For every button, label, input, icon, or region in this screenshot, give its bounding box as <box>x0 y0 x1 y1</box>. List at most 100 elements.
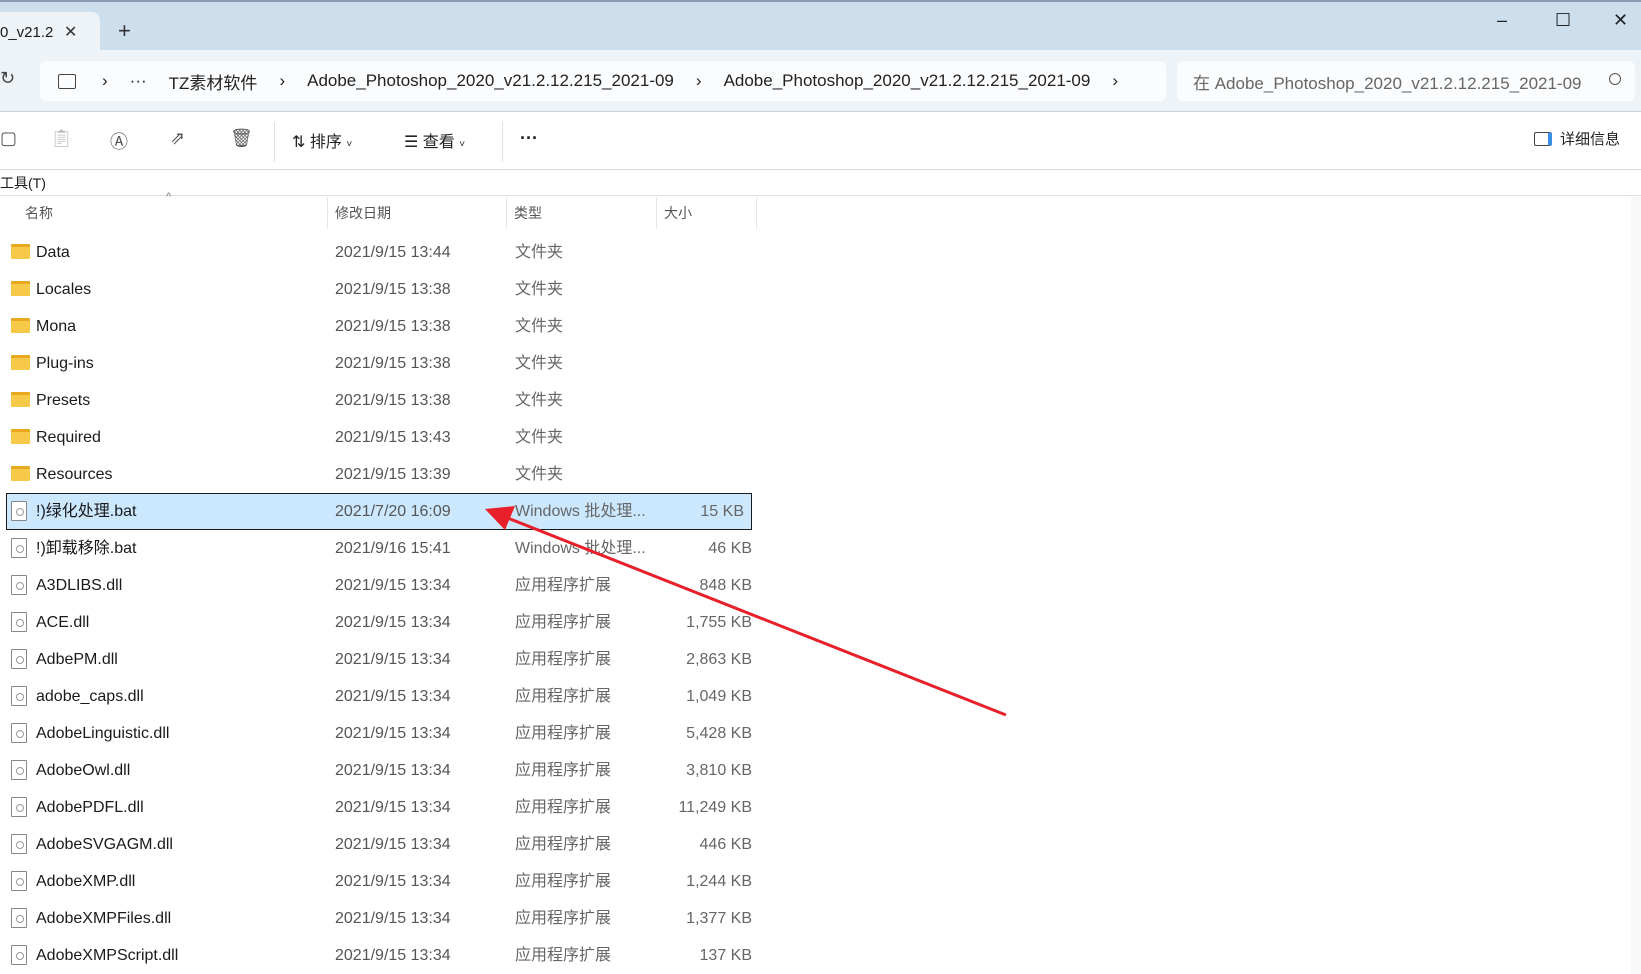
menu-tools[interactable]: 工具(T) <box>0 175 46 191</box>
file-type: 文件夹 <box>515 244 564 261</box>
file-name: Required <box>36 429 101 446</box>
paste-icon[interactable]: 📋︎ <box>50 128 73 149</box>
file-name: Mona <box>36 318 77 335</box>
file-list: Data 2021/9/15 13:44 文件夹 Locales 2021/9/… <box>0 234 760 974</box>
file-row[interactable]: !)卸载移除.bat 2021/9/16 15:41 Windows 批处理..… <box>0 530 760 567</box>
tab-title: 0_v21.2 <box>0 23 54 41</box>
file-size: 11,249 KB <box>678 799 752 816</box>
file-size: 1,244 KB <box>686 873 752 890</box>
file-date: 2021/9/15 13:38 <box>335 355 451 372</box>
file-row[interactable]: Data 2021/9/15 13:44 文件夹 <box>0 234 760 271</box>
delete-icon[interactable]: 🗑︎ <box>230 128 253 149</box>
file-type: 文件夹 <box>515 281 564 298</box>
search-icon[interactable] <box>1609 73 1621 85</box>
tab-current[interactable]: 0_v21.2 ✕ <box>0 12 100 52</box>
breadcrumb-separator-icon[interactable]: › <box>279 71 285 91</box>
details-label: 详细信息 <box>1560 131 1621 148</box>
file-name: Data <box>36 244 70 261</box>
column-name[interactable]: 名称 <box>18 197 328 229</box>
file-type: 应用程序扩展 <box>515 762 612 779</box>
file-icon <box>11 501 27 521</box>
minimize-button[interactable]: – <box>1497 10 1507 31</box>
chevron-down-icon: ˅ <box>459 139 466 150</box>
file-date: 2021/9/15 13:43 <box>335 429 451 446</box>
computer-icon[interactable] <box>58 73 76 89</box>
file-size: 46 KB <box>708 540 752 557</box>
file-row[interactable]: AdobeLinguistic.dll 2021/9/15 13:34 应用程序… <box>0 715 760 752</box>
file-row[interactable]: Resources 2021/9/15 13:39 文件夹 <box>0 456 760 493</box>
file-name: AdobeOwl.dll <box>36 762 131 779</box>
rename-icon[interactable]: Ⓐ <box>110 128 128 154</box>
scrollbar[interactable] <box>1631 197 1641 974</box>
breadcrumb-separator-icon[interactable]: › <box>102 71 108 91</box>
view-button[interactable]: ☰ 查看 ˅ <box>404 128 465 152</box>
file-type: 应用程序扩展 <box>515 873 612 890</box>
file-row[interactable]: Presets 2021/9/15 13:38 文件夹 <box>0 382 760 419</box>
file-icon <box>11 797 27 817</box>
file-row[interactable]: AdobeXMP.dll 2021/9/15 13:34 应用程序扩展 1,24… <box>0 863 760 900</box>
file-name: Presets <box>36 392 91 409</box>
new-tab-button[interactable]: + <box>118 18 131 44</box>
search-input[interactable]: 在 Adobe_Photoshop_2020_v21.2.12.215_2021… <box>1177 61 1635 101</box>
file-row[interactable]: AdobePDFL.dll 2021/9/15 13:34 应用程序扩展 11,… <box>0 789 760 826</box>
maximize-button[interactable]: ☐ <box>1555 10 1571 31</box>
file-name: Locales <box>36 281 92 298</box>
close-tab-icon[interactable]: ✕ <box>64 22 77 42</box>
file-row[interactable]: A3DLIBS.dll 2021/9/15 13:34 应用程序扩展 848 K… <box>0 567 760 604</box>
breadcrumb-separator-icon[interactable]: › <box>1112 71 1118 91</box>
folder-icon <box>11 244 30 259</box>
file-icon <box>11 723 27 743</box>
file-row[interactable]: AdbePM.dll 2021/9/15 13:34 应用程序扩展 2,863 … <box>0 641 760 678</box>
file-name: AdobePDFL.dll <box>36 799 144 816</box>
file-type: 文件夹 <box>515 392 564 409</box>
file-row[interactable]: AdobeOwl.dll 2021/9/15 13:34 应用程序扩展 3,81… <box>0 752 760 789</box>
details-pane-button[interactable]: 详细信息 <box>1534 128 1620 149</box>
folder-icon <box>11 281 30 296</box>
column-header: ^ 名称 修改日期 类型 大小 <box>0 191 760 229</box>
breadcrumb-separator-icon[interactable]: › <box>696 71 702 91</box>
file-type: 应用程序扩展 <box>515 651 612 668</box>
close-button[interactable]: ✕ <box>1613 10 1628 31</box>
file-type: 应用程序扩展 <box>515 577 612 594</box>
file-size: 1,755 KB <box>686 614 752 631</box>
file-date: 2021/9/15 13:38 <box>335 281 451 298</box>
file-row[interactable]: AdobeSVGAGM.dll 2021/9/15 13:34 应用程序扩展 4… <box>0 826 760 863</box>
file-row[interactable]: !)绿化处理.bat 2021/7/20 16:09 Windows 批处理..… <box>6 493 752 530</box>
file-type: Windows 批处理... <box>515 503 646 520</box>
file-size: 848 KB <box>699 577 752 594</box>
file-date: 2021/9/15 13:34 <box>335 910 451 927</box>
file-name: ACE.dll <box>36 614 90 631</box>
breadcrumb-tz[interactable]: TZ素材软件 <box>169 69 258 94</box>
breadcrumb-photoshop-current[interactable]: Adobe_Photoshop_2020_v21.2.12.215_2021-0… <box>724 71 1091 91</box>
file-date: 2021/9/15 13:34 <box>335 947 451 964</box>
folder-icon <box>11 318 30 333</box>
address-bar[interactable]: › ··· TZ素材软件 › Adobe_Photoshop_2020_v21.… <box>40 61 1166 101</box>
file-date: 2021/9/15 13:34 <box>335 725 451 742</box>
refresh-icon[interactable]: ↻ <box>0 68 15 89</box>
file-row[interactable]: AdobeXMPScript.dll 2021/9/15 13:34 应用程序扩… <box>0 937 760 974</box>
column-size[interactable]: 大小 <box>657 197 757 229</box>
more-options-button[interactable]: ··· <box>520 128 538 149</box>
column-type[interactable]: 类型 <box>507 197 657 229</box>
file-row[interactable]: AdobeXMPFiles.dll 2021/9/15 13:34 应用程序扩展… <box>0 900 760 937</box>
file-name: AdobeLinguistic.dll <box>36 725 170 742</box>
file-row[interactable]: adobe_caps.dll 2021/9/15 13:34 应用程序扩展 1,… <box>0 678 760 715</box>
file-row[interactable]: Required 2021/9/15 13:43 文件夹 <box>0 419 760 456</box>
file-date: 2021/7/20 16:09 <box>335 503 451 520</box>
file-date: 2021/9/15 13:34 <box>335 873 451 890</box>
file-row[interactable]: ACE.dll 2021/9/15 13:34 应用程序扩展 1,755 KB <box>0 604 760 641</box>
file-name: A3DLIBS.dll <box>36 577 123 594</box>
file-row[interactable]: Plug-ins 2021/9/15 13:38 文件夹 <box>0 345 760 382</box>
column-date[interactable]: 修改日期 <box>328 197 507 229</box>
file-row[interactable]: Locales 2021/9/15 13:38 文件夹 <box>0 271 760 308</box>
file-row[interactable]: Mona 2021/9/15 13:38 文件夹 <box>0 308 760 345</box>
file-date: 2021/9/15 13:44 <box>335 244 451 261</box>
sort-button[interactable]: ⇅ 排序 ˅ <box>292 128 352 152</box>
file-size: 1,049 KB <box>686 688 752 705</box>
file-date: 2021/9/16 15:41 <box>335 540 451 557</box>
breadcrumb-photoshop-parent[interactable]: Adobe_Photoshop_2020_v21.2.12.215_2021-0… <box>307 71 674 91</box>
share-icon[interactable]: ⇗ <box>170 128 185 149</box>
title-bar: 0_v21.2 ✕ + – ☐ ✕ <box>0 0 1641 52</box>
new-icon[interactable]: ▢ <box>0 128 17 149</box>
breadcrumb-ellipsis[interactable]: ··· <box>130 71 147 91</box>
